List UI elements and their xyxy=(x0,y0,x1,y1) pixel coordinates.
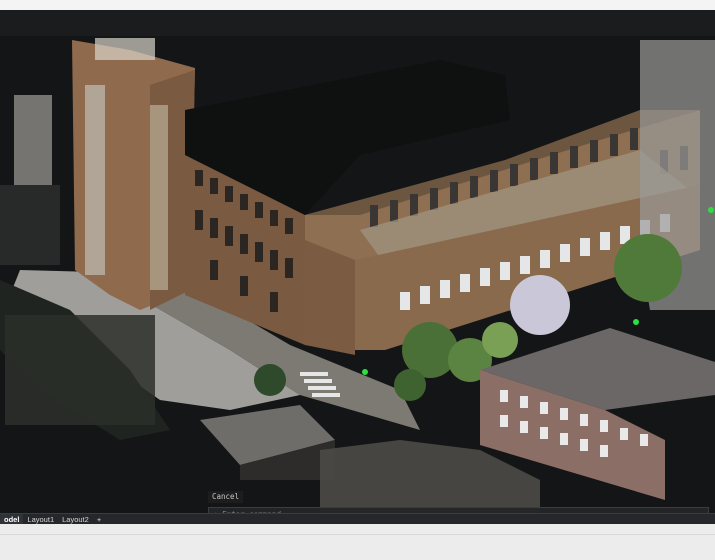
scan-fragment-left-dark xyxy=(0,185,60,265)
scan-marker-1 xyxy=(362,369,368,375)
scan-fragment-left-panel xyxy=(14,95,52,185)
tree-canopy-left-cluster xyxy=(5,315,155,425)
tree-cluster-4 xyxy=(394,369,426,401)
tower-top-clutter xyxy=(95,38,155,60)
tree-cluster-3 xyxy=(482,322,518,358)
tower-recess xyxy=(85,85,105,275)
bottom-blank-area xyxy=(0,524,715,560)
tree-street xyxy=(254,364,286,396)
command-line-area: Cancel : xyxy=(208,491,715,513)
tree-large-right xyxy=(614,234,682,302)
corner-building-facade xyxy=(305,240,355,355)
bottom-divider xyxy=(0,534,715,535)
tree-white-blossom xyxy=(510,275,570,335)
command-history: Cancel xyxy=(208,491,244,503)
scan-marker-3 xyxy=(708,207,714,213)
window-top-strip xyxy=(0,0,715,10)
drawing-viewport[interactable]: Cancel : xyxy=(0,10,715,513)
point-cloud-scene xyxy=(0,38,715,513)
scan-marker-2 xyxy=(633,319,639,325)
tower-vertical-strip xyxy=(150,105,168,290)
